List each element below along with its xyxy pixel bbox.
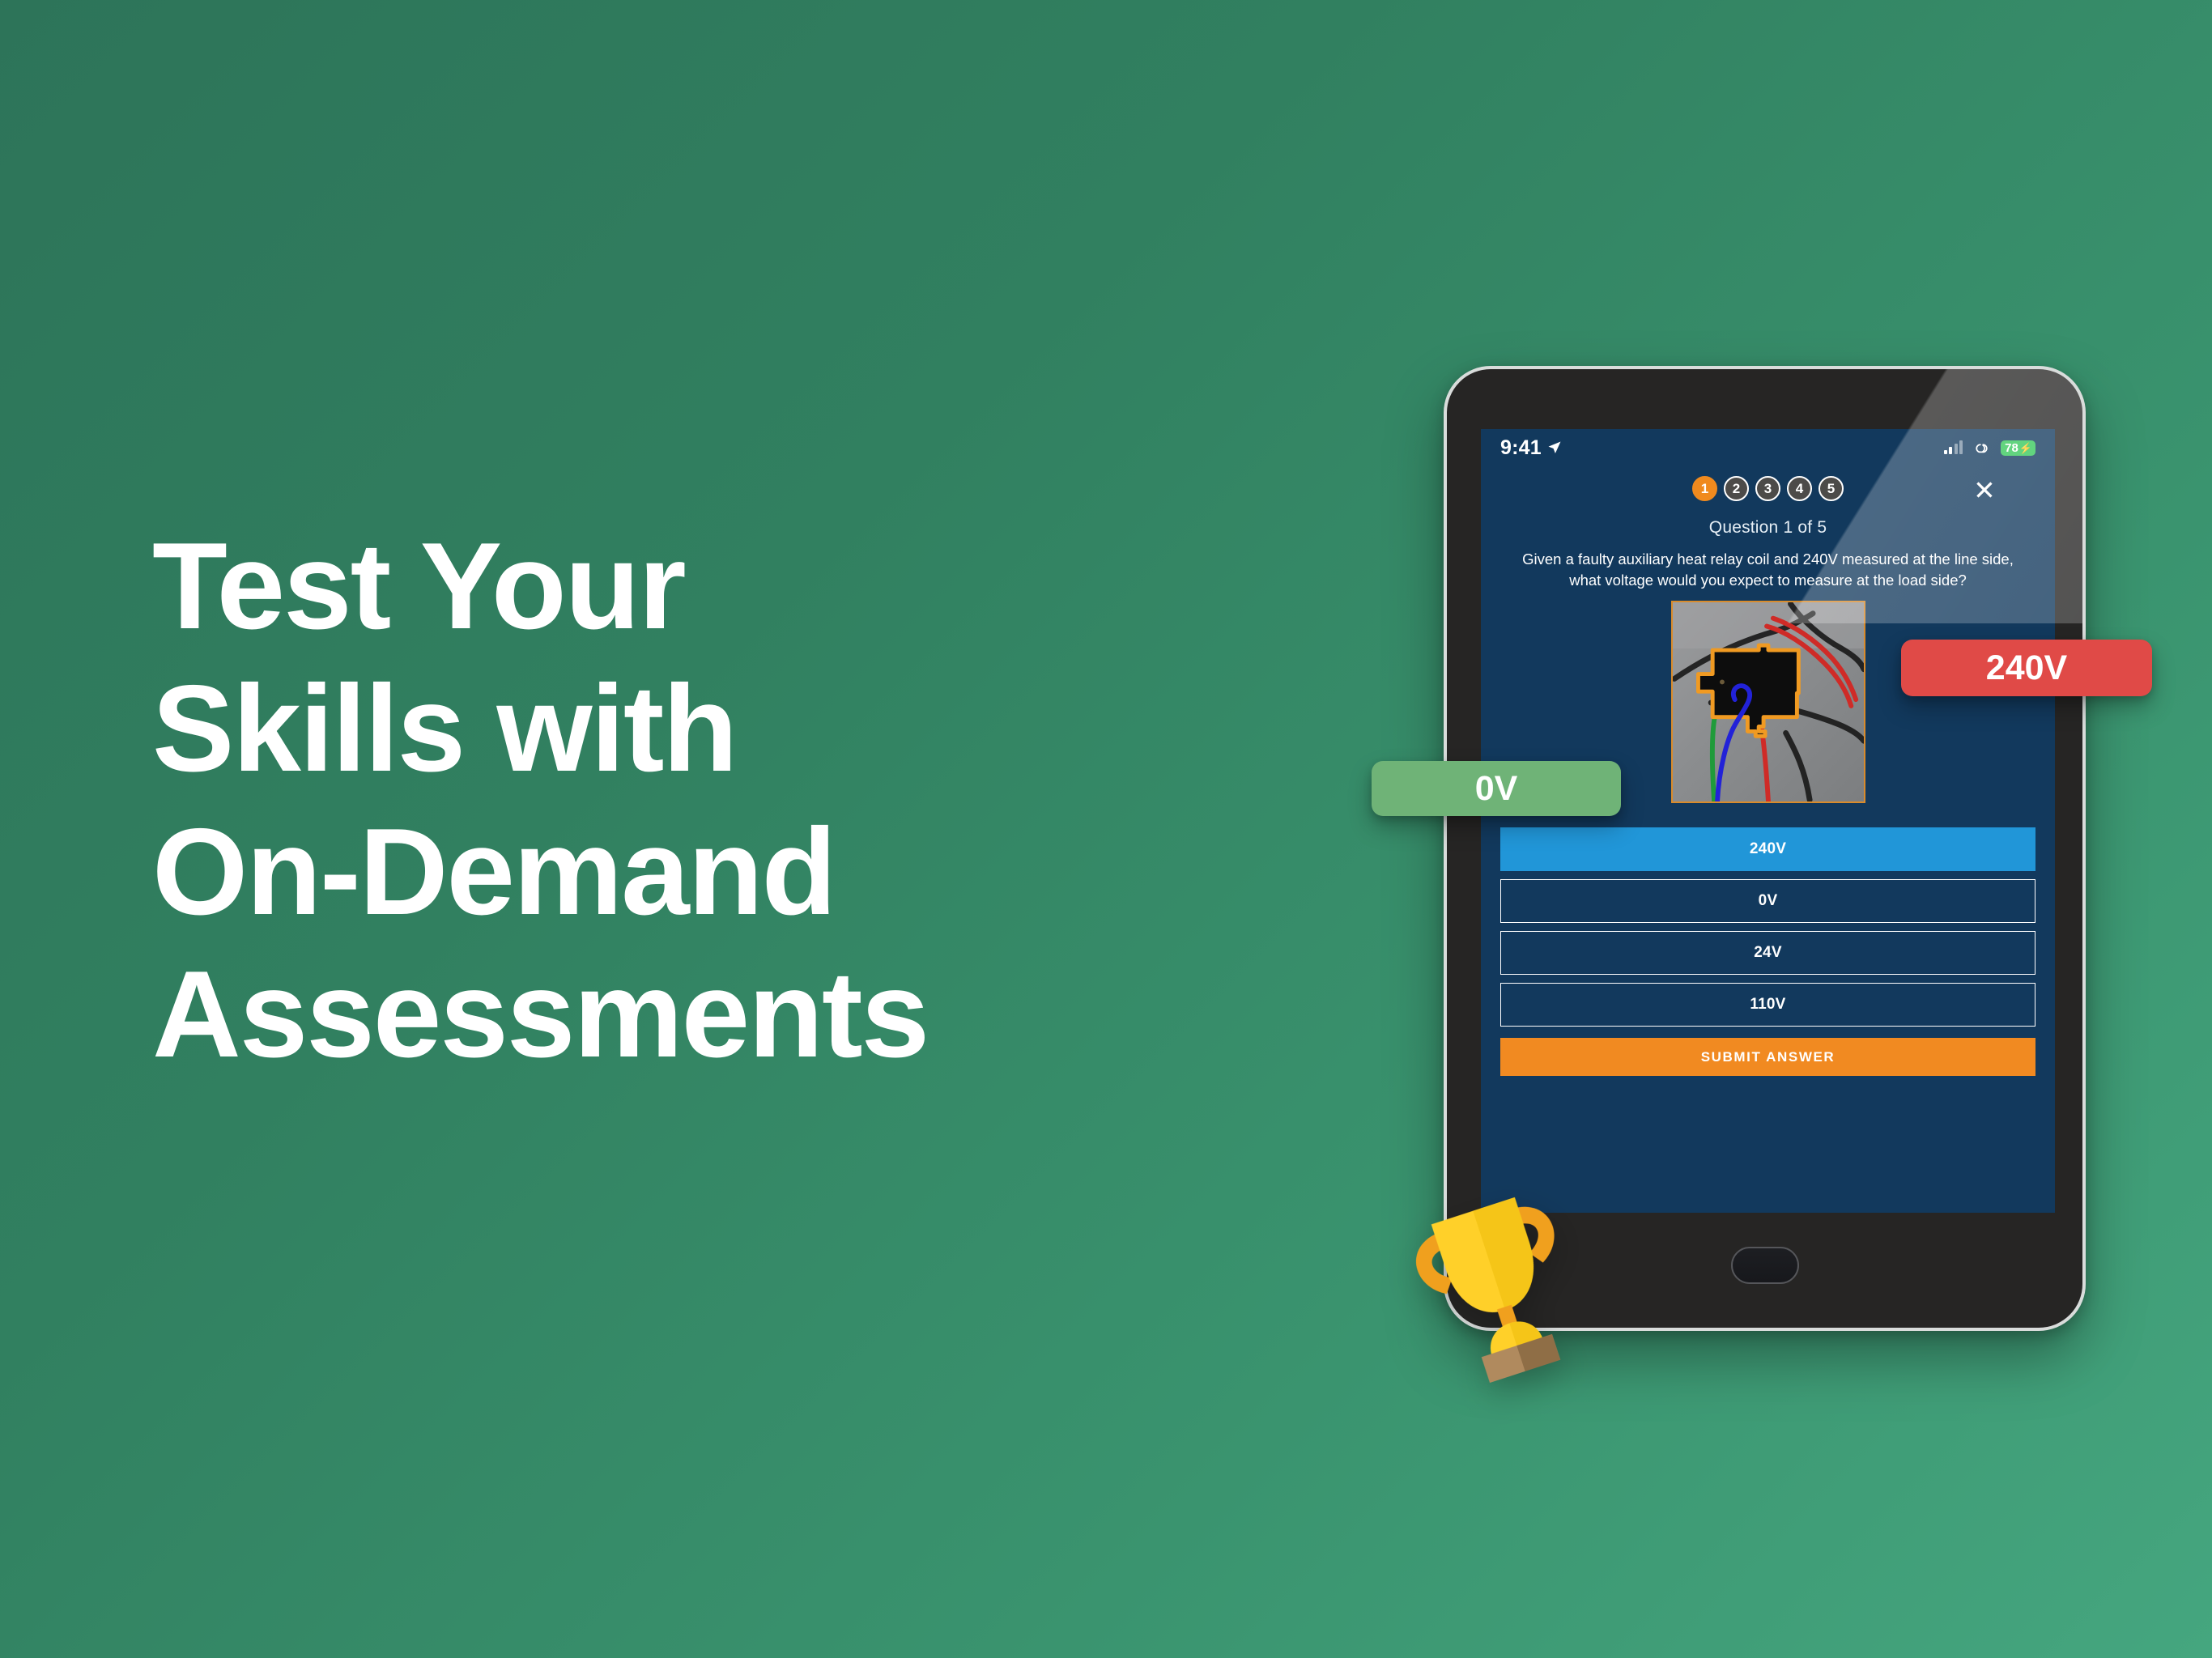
charging-bolt-icon: ⚡ bbox=[2018, 441, 2032, 454]
battery-indicator: 78 ⚡ bbox=[2001, 440, 2035, 456]
step-dot-5[interactable]: 5 bbox=[1819, 476, 1844, 501]
location-arrow-icon bbox=[1548, 441, 1561, 454]
headline-line-1: Test Your bbox=[152, 517, 687, 655]
page-headline: Test Your Skills with On-Demand Assessme… bbox=[152, 515, 1237, 1086]
quiz-header: 1 2 3 4 5 ✕ bbox=[1481, 476, 2055, 504]
status-bar-left: 9:41 bbox=[1500, 436, 1562, 460]
close-icon[interactable]: ✕ bbox=[1969, 474, 2000, 505]
clock: 9:41 bbox=[1500, 436, 1542, 459]
headline-line-3: On-Demand bbox=[152, 802, 836, 941]
option-0v[interactable]: 0V bbox=[1500, 879, 2035, 923]
question-text: Given a faulty auxiliary heat relay coil… bbox=[1522, 551, 2014, 589]
badge-240v: 240V bbox=[1901, 640, 2152, 696]
home-button[interactable] bbox=[1730, 1247, 1799, 1284]
status-bar-right: 78 ⚡ bbox=[1943, 440, 2035, 456]
status-bar: 9:41 78 ⚡ bbox=[1481, 429, 2055, 466]
tablet-screen: 9:41 78 ⚡ 1 2 3 4 5 ✕ Question 1 of 5 Gi… bbox=[1481, 429, 2055, 1213]
headline-line-4: Assessments bbox=[152, 945, 929, 1083]
headline-line-2: Skills with bbox=[152, 660, 738, 798]
step-dot-3[interactable]: 3 bbox=[1755, 476, 1780, 501]
option-240v[interactable]: 240V bbox=[1500, 827, 2035, 871]
question-counter: Question 1 of 5 bbox=[1708, 518, 1827, 537]
question-stepper: 1 2 3 4 5 bbox=[1692, 476, 1844, 501]
battery-level: 78 bbox=[2005, 440, 2018, 455]
relay-wiring-photo bbox=[1670, 601, 1865, 803]
option-24v[interactable]: 24V bbox=[1500, 931, 2035, 975]
step-dot-4[interactable]: 4 bbox=[1787, 476, 1812, 501]
step-dot-1[interactable]: 1 bbox=[1692, 476, 1717, 501]
wifi-link-icon bbox=[1976, 444, 1988, 453]
badge-0v: 0V bbox=[1372, 761, 1621, 816]
step-dot-2[interactable]: 2 bbox=[1724, 476, 1749, 501]
answer-options: 240V 0V 24V 110V SUBMIT ANSWER bbox=[1500, 827, 2035, 1076]
submit-answer-button[interactable]: SUBMIT ANSWER bbox=[1500, 1038, 2035, 1076]
cellular-signal-icon bbox=[1943, 440, 1963, 454]
option-110v[interactable]: 110V bbox=[1500, 983, 2035, 1027]
